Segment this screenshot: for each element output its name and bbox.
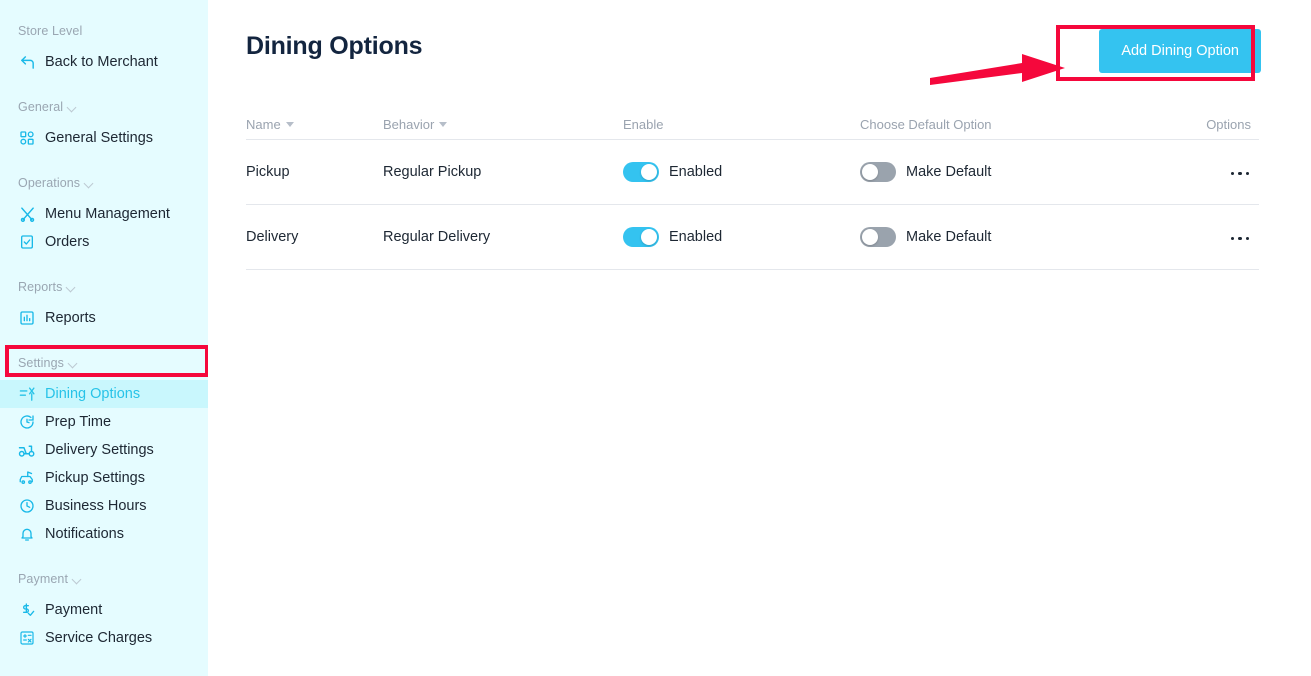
column-header-behavior[interactable]: Behavior: [383, 117, 623, 132]
calculator-icon: [18, 629, 36, 647]
sidebar-item-pickup-settings[interactable]: Pickup Settings: [0, 464, 208, 492]
sidebar-item-label: Service Charges: [45, 630, 153, 646]
back-arrow-icon: [18, 53, 36, 71]
cell-enable: Enabled: [623, 162, 860, 182]
stopwatch-icon: [18, 413, 36, 431]
kebab-menu-icon[interactable]: [1229, 166, 1252, 182]
make-default-toggle[interactable]: [860, 227, 896, 247]
sidebar-item-reports[interactable]: Reports: [0, 304, 208, 332]
main-content: Dining Options Add Dining Option Name Be…: [208, 0, 1311, 676]
sidebar-item-label: Delivery Settings: [45, 442, 154, 458]
enable-toggle[interactable]: [623, 227, 659, 247]
sidebar-item-prep-time[interactable]: Prep Time: [0, 408, 208, 436]
sidebar-group-store-level: Store Level: [0, 22, 208, 40]
cell-enable: Enabled: [623, 227, 860, 247]
sidebar-item-label: Dining Options: [45, 386, 141, 402]
sidebar-group-operations[interactable]: Operations: [0, 174, 208, 192]
column-header-enable: Enable: [623, 117, 664, 132]
sort-caret-icon[interactable]: [285, 122, 294, 128]
enable-toggle-label: Enabled: [669, 164, 723, 180]
cell-options: [1160, 228, 1259, 246]
cell-behavior: Regular Pickup: [383, 164, 482, 180]
sidebar-group-reports[interactable]: Reports: [0, 278, 208, 296]
enable-toggle-label: Enabled: [669, 229, 723, 245]
cell-make-default: Make Default: [860, 162, 1160, 182]
grid-squares-icon: [18, 129, 36, 147]
sidebar-item-dining-options[interactable]: Dining Options: [0, 380, 208, 408]
sidebar-item-label: General Settings: [45, 130, 154, 146]
sidebar-item-menu-management[interactable]: Menu Management: [0, 200, 208, 228]
cell-name: Pickup: [246, 164, 290, 180]
car-pickup-icon: [18, 469, 36, 487]
column-header-label: Name: [246, 117, 281, 132]
sidebar-group-label: Settings: [18, 356, 64, 370]
page-header: Dining Options Add Dining Option: [238, 0, 1261, 76]
sidebar-group-label: Reports: [18, 280, 63, 294]
sidebar-item-service-charges[interactable]: Service Charges: [0, 624, 208, 652]
sidebar-group-label: General: [18, 100, 64, 114]
cell-name: Delivery: [246, 229, 299, 245]
fork-knife-icon: [18, 205, 36, 223]
sidebar-group-payment[interactable]: Payment: [0, 570, 208, 588]
clock-icon: [18, 497, 36, 515]
chevron-down-icon: [85, 179, 94, 188]
chevron-down-icon: [73, 575, 82, 584]
clipboard-check-icon: [18, 233, 36, 251]
cell-make-default: Make Default: [860, 227, 1160, 247]
table-header-row: Name Behavior Enable Choose Default Opti…: [246, 110, 1259, 140]
sidebar-group-label: Store Level: [18, 24, 83, 38]
table-row: Pickup Regular Pickup Enabled Make Defau…: [246, 140, 1259, 205]
sidebar-item-label: Notifications: [45, 526, 124, 542]
sidebar-group-general[interactable]: General: [0, 98, 208, 116]
cell-options: [1160, 163, 1259, 181]
enable-toggle[interactable]: [623, 162, 659, 182]
sidebar: Store Level Back to Merchant General Gen…: [0, 0, 208, 676]
sidebar-item-general-settings[interactable]: General Settings: [0, 124, 208, 152]
dining-options-table: Name Behavior Enable Choose Default Opti…: [238, 110, 1259, 270]
sidebar-item-delivery-settings[interactable]: Delivery Settings: [0, 436, 208, 464]
column-header-choose-default-option: Choose Default Option: [860, 117, 992, 132]
kebab-menu-icon[interactable]: [1229, 231, 1252, 247]
sidebar-item-business-hours[interactable]: Business Hours: [0, 492, 208, 520]
sidebar-item-payment[interactable]: Payment: [0, 596, 208, 624]
column-header-name[interactable]: Name: [246, 117, 383, 132]
column-header-options: Options: [1206, 117, 1251, 132]
app-root: Store Level Back to Merchant General Gen…: [0, 0, 1311, 676]
sidebar-group-label: Operations: [18, 176, 81, 190]
make-default-toggle[interactable]: [860, 162, 896, 182]
sidebar-item-orders[interactable]: Orders: [0, 228, 208, 256]
sidebar-item-label: Back to Merchant: [45, 54, 158, 70]
bar-chart-icon: [18, 309, 36, 327]
make-default-toggle-label: Make Default: [906, 229, 992, 245]
bell-icon: [18, 525, 36, 543]
sidebar-item-label: Menu Management: [45, 206, 170, 222]
sidebar-item-back-to-merchant[interactable]: Back to Merchant: [0, 48, 208, 76]
dollar-check-icon: [18, 601, 36, 619]
chevron-down-icon: [68, 103, 77, 112]
page-title: Dining Options: [246, 32, 423, 60]
table-row: Delivery Regular Delivery Enabled Make D…: [246, 205, 1259, 270]
add-dining-option-button[interactable]: Add Dining Option: [1099, 29, 1261, 73]
cell-behavior: Regular Delivery: [383, 229, 491, 245]
dining-options-icon: [18, 385, 36, 403]
sidebar-group-label: Payment: [18, 572, 69, 586]
sidebar-item-label: Payment: [45, 602, 103, 618]
toggle-knob: [862, 229, 878, 245]
sidebar-group-settings[interactable]: Settings: [0, 354, 208, 372]
column-header-label: Behavior: [383, 117, 435, 132]
scooter-icon: [18, 441, 36, 459]
toggle-knob: [641, 229, 657, 245]
chevron-down-icon: [67, 283, 76, 292]
chevron-down-icon: [69, 359, 78, 368]
sidebar-item-notifications[interactable]: Notifications: [0, 520, 208, 548]
sort-caret-icon[interactable]: [439, 122, 448, 128]
sidebar-item-label: Reports: [45, 310, 96, 326]
make-default-toggle-label: Make Default: [906, 164, 992, 180]
sidebar-item-label: Pickup Settings: [45, 470, 145, 486]
sidebar-item-label: Orders: [45, 234, 90, 250]
toggle-knob: [862, 164, 878, 180]
toggle-knob: [641, 164, 657, 180]
sidebar-item-label: Prep Time: [45, 414, 112, 430]
sidebar-item-label: Business Hours: [45, 498, 147, 514]
